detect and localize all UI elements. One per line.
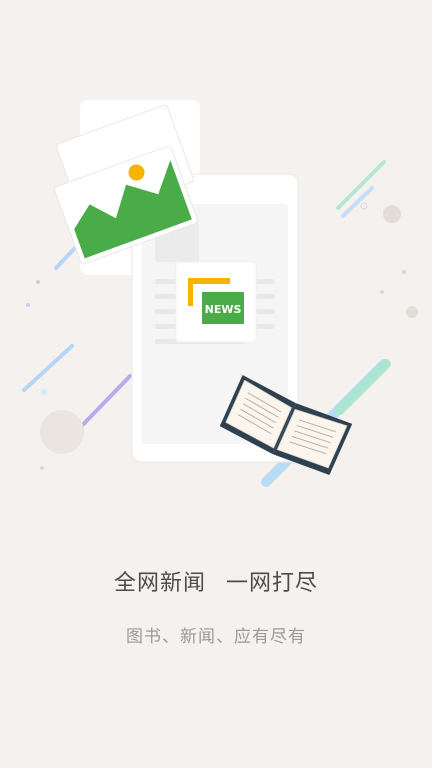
- onboarding-subtitle: 图书、新闻、应有尽有: [126, 627, 306, 647]
- onboarding-illustration: NEWS: [22, 100, 418, 487]
- news-card: NEWS: [175, 261, 257, 343]
- news-badge-label: NEWS: [205, 303, 242, 316]
- headline-left: 全网新闻: [113, 571, 206, 596]
- onboarding-headline: 全网新闻 一网打尽: [0, 565, 432, 597]
- headline-right: 一网打尽: [226, 571, 319, 596]
